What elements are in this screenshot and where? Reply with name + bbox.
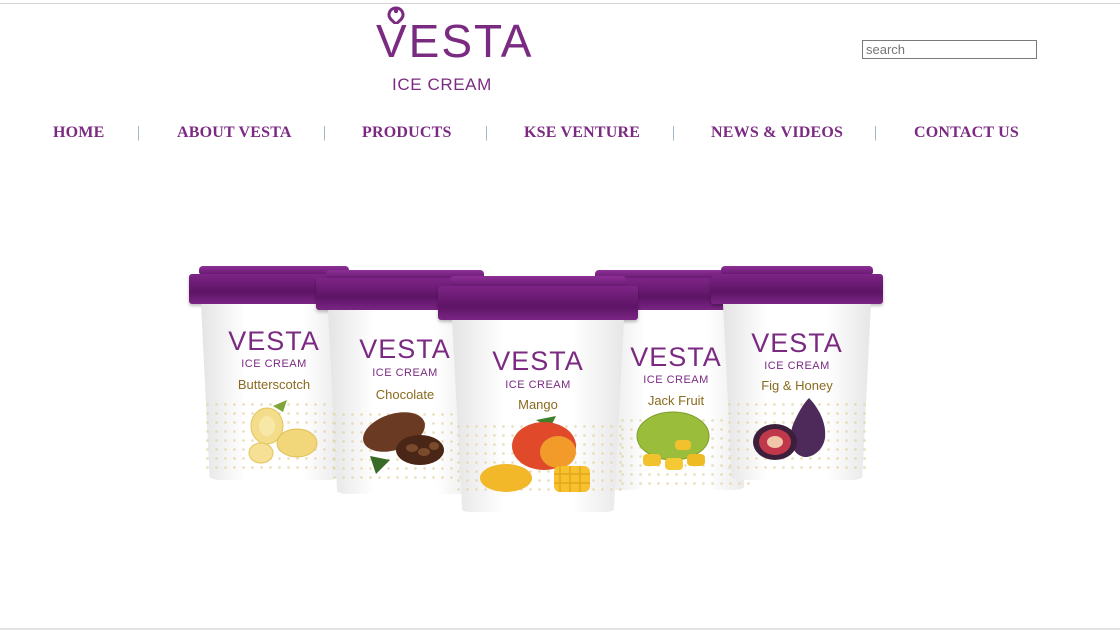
tub-subtitle: ICE CREAM (505, 379, 571, 391)
logo-subtitle: ICE CREAM (392, 75, 492, 94)
nav-kse-venture[interactable]: KSE VENTURE (524, 124, 640, 142)
nav-separator: | (485, 124, 489, 141)
search-input[interactable] (862, 40, 1037, 59)
nav-news-videos[interactable]: NEWS & VIDEOS (711, 124, 843, 142)
product-tub-mango: VESTA ICE CREAM Mango (438, 276, 638, 526)
jackfruit-icon (636, 411, 710, 470)
nav-separator: | (672, 124, 676, 141)
tub-flavor-label: Mango (518, 397, 558, 412)
nav-products[interactable]: PRODUCTS (362, 124, 452, 142)
nav-home[interactable]: HOME (53, 124, 104, 142)
nav-separator: | (874, 124, 878, 141)
hero-product-image: VESTA ICE CREAM Butterscotch VESTA ICE C… (185, 262, 885, 532)
nav-about-vesta[interactable]: ABOUT VESTA (177, 124, 292, 142)
fig-icon (753, 398, 826, 460)
logo-wordmark: VESTA (376, 15, 534, 67)
mango-icon (480, 416, 590, 492)
vesta-logo[interactable]: VESTA ICE CREAM (360, 4, 534, 100)
top-border (0, 0, 1120, 4)
tub-subtitle: ICE CREAM (764, 360, 830, 372)
butterscotch-curls-icon (248, 400, 318, 464)
nav-contact-us[interactable]: CONTACT US (914, 124, 1019, 142)
nav-separator: | (323, 124, 327, 141)
nav-separator: | (137, 124, 141, 141)
tub-brand: VESTA (492, 346, 584, 376)
product-tub-fig-honey: VESTA ICE CREAM Fig & Honey (711, 266, 883, 484)
main-nav: HOME | ABOUT VESTA | PRODUCTS | KSE VENT… (0, 121, 1120, 147)
tub-brand: VESTA (751, 328, 843, 358)
tub-flavor-label: Fig & Honey (761, 378, 833, 393)
